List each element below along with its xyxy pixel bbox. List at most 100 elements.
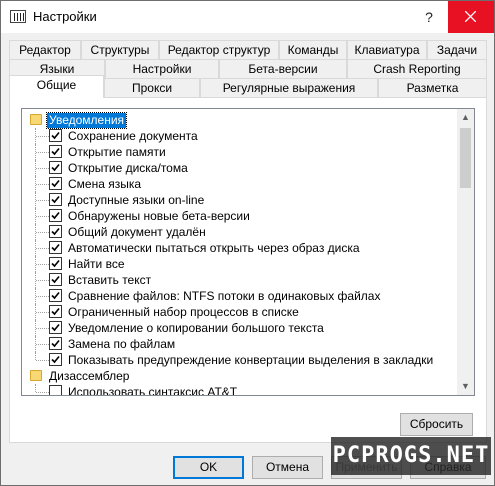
- tab-regex[interactable]: Регулярные выражения: [200, 78, 378, 98]
- tree-connector: [36, 344, 49, 345]
- tree-item-label: Автоматически пытаться открыть через обр…: [68, 241, 360, 255]
- item-checkbox[interactable]: [49, 129, 62, 142]
- tree-item[interactable]: Открытие диска/тома: [22, 160, 459, 176]
- checkmark-icon: [51, 195, 60, 204]
- reset-button[interactable]: Сбросить: [400, 413, 473, 436]
- checkmark-icon: [51, 147, 60, 156]
- tree-connector: [36, 328, 49, 329]
- tree-category[interactable]: Дизассемблер: [22, 368, 459, 384]
- settings-grid-icon: [10, 10, 26, 23]
- tree-item[interactable]: Использовать синтаксис AT&T: [22, 384, 459, 395]
- ok-button[interactable]: OK: [173, 456, 244, 479]
- checkmark-icon: [51, 243, 60, 252]
- checkmark-icon: [51, 227, 60, 236]
- tree-category-label: Дизассемблер: [49, 369, 130, 383]
- tree-scrollbar[interactable]: ▲ ▼: [457, 109, 474, 395]
- item-checkbox[interactable]: [49, 209, 62, 222]
- checkmark-icon: [51, 163, 60, 172]
- tab-editor[interactable]: Редактор: [9, 40, 81, 60]
- tree-connector: [36, 184, 49, 185]
- tree-item[interactable]: Уведомление о копировании большого текст…: [22, 320, 459, 336]
- tab-crash-reporting[interactable]: Crash Reporting: [347, 59, 487, 79]
- tree-item[interactable]: Открытие памяти: [22, 144, 459, 160]
- title-bar[interactable]: Настройки ?: [1, 1, 494, 33]
- item-checkbox[interactable]: [49, 161, 62, 174]
- tree-item-label: Доступные языки on-line: [68, 193, 205, 207]
- tab-structures[interactable]: Структуры: [81, 40, 159, 60]
- item-checkbox[interactable]: [49, 193, 62, 206]
- tab-beta[interactable]: Бета-версии: [219, 59, 347, 79]
- checkmark-icon: [51, 355, 60, 364]
- tree-item[interactable]: Общий документ удалён: [22, 224, 459, 240]
- item-checkbox[interactable]: [49, 305, 62, 318]
- item-checkbox[interactable]: [49, 177, 62, 190]
- tree-item-label: Обнаружены новые бета-версии: [68, 209, 250, 223]
- item-checkbox[interactable]: [49, 257, 62, 270]
- item-checkbox[interactable]: [49, 241, 62, 254]
- tree-item[interactable]: Доступные языки on-line: [22, 192, 459, 208]
- item-checkbox[interactable]: [49, 321, 62, 334]
- folder-icon: [30, 370, 42, 381]
- tab-settings[interactable]: Настройки: [105, 59, 219, 79]
- tree-connector: [36, 360, 49, 361]
- tree-item[interactable]: Замена по файлам: [22, 336, 459, 352]
- tree-item[interactable]: Обнаружены новые бета-версии: [22, 208, 459, 224]
- tree-item[interactable]: Показывать предупреждение конвертации вы…: [22, 352, 459, 368]
- tab-keyboard[interactable]: Клавиатура: [347, 40, 427, 60]
- tree-item-label: Смена языка: [68, 177, 142, 191]
- item-checkbox[interactable]: [49, 273, 62, 286]
- item-checkbox[interactable]: [49, 289, 62, 302]
- checkmark-icon: [51, 291, 60, 300]
- tree-item[interactable]: Сохранение документа: [22, 128, 459, 144]
- tree-connector: [36, 392, 49, 393]
- notifications-tree[interactable]: Уведомления Сохранение документа Открытие …: [21, 108, 475, 396]
- tree-item[interactable]: Автоматически пытаться открыть через обр…: [22, 240, 459, 256]
- tree-connector: [36, 232, 49, 233]
- item-checkbox[interactable]: [49, 225, 62, 238]
- item-checkbox[interactable]: [49, 385, 62, 395]
- checkmark-icon: [51, 211, 60, 220]
- watermark-logo: PCPROGS.NET: [331, 437, 491, 475]
- tree-item-label: Найти все: [68, 257, 125, 271]
- tree-item-label: Сравнение файлов: NTFS потоки в одинаков…: [68, 289, 381, 303]
- checkmark-icon: [51, 307, 60, 316]
- tab-proxy[interactable]: Прокси: [104, 78, 200, 98]
- tree-item[interactable]: Сравнение файлов: NTFS потоки в одинаков…: [22, 288, 459, 304]
- tree-item-label: Сохранение документа: [68, 129, 198, 143]
- checkmark-icon: [51, 339, 60, 348]
- tree-item[interactable]: Вставить текст: [22, 272, 459, 288]
- tree-item[interactable]: Смена языка: [22, 176, 459, 192]
- scroll-down-icon[interactable]: ▼: [457, 378, 474, 395]
- checkmark-icon: [51, 275, 60, 284]
- settings-window: Настройки ? Редактор Структуры Редактор …: [0, 0, 495, 486]
- tree-item-label: Замена по файлам: [68, 337, 176, 351]
- tree-item-label: Ограниченный набор процессов в списке: [68, 305, 299, 319]
- tree-item-label: Открытие памяти: [68, 145, 166, 159]
- cancel-button[interactable]: Отмена: [252, 456, 323, 479]
- scroll-thumb[interactable]: [460, 128, 471, 188]
- tree-connector: [36, 136, 49, 137]
- window-title: Настройки: [33, 9, 97, 24]
- item-checkbox[interactable]: [49, 145, 62, 158]
- tree-connector: [35, 352, 36, 360]
- checkmark-icon: [51, 323, 60, 332]
- tab-structure-editor[interactable]: Редактор структур: [159, 40, 279, 60]
- checkmark-icon: [51, 179, 60, 188]
- tree-item-label: Открытие диска/тома: [68, 161, 188, 175]
- tab-commands[interactable]: Команды: [279, 40, 347, 60]
- close-button[interactable]: [448, 1, 494, 33]
- tree-connector: [36, 296, 49, 297]
- scroll-up-icon[interactable]: ▲: [457, 109, 474, 126]
- help-title-button[interactable]: ?: [413, 1, 445, 33]
- tab-tasks[interactable]: Задачи: [427, 40, 487, 60]
- item-checkbox[interactable]: [49, 353, 62, 366]
- tree-category[interactable]: Уведомления: [22, 112, 459, 129]
- tree-connector: [36, 200, 49, 201]
- item-checkbox[interactable]: [49, 337, 62, 350]
- tree-item[interactable]: Ограниченный набор процессов в списке: [22, 304, 459, 320]
- tree-connector: [36, 312, 49, 313]
- tree-item[interactable]: Найти все: [22, 256, 459, 272]
- tree-connector: [36, 264, 49, 265]
- tab-markup[interactable]: Разметка: [378, 78, 487, 98]
- tab-general[interactable]: Общие: [9, 75, 104, 98]
